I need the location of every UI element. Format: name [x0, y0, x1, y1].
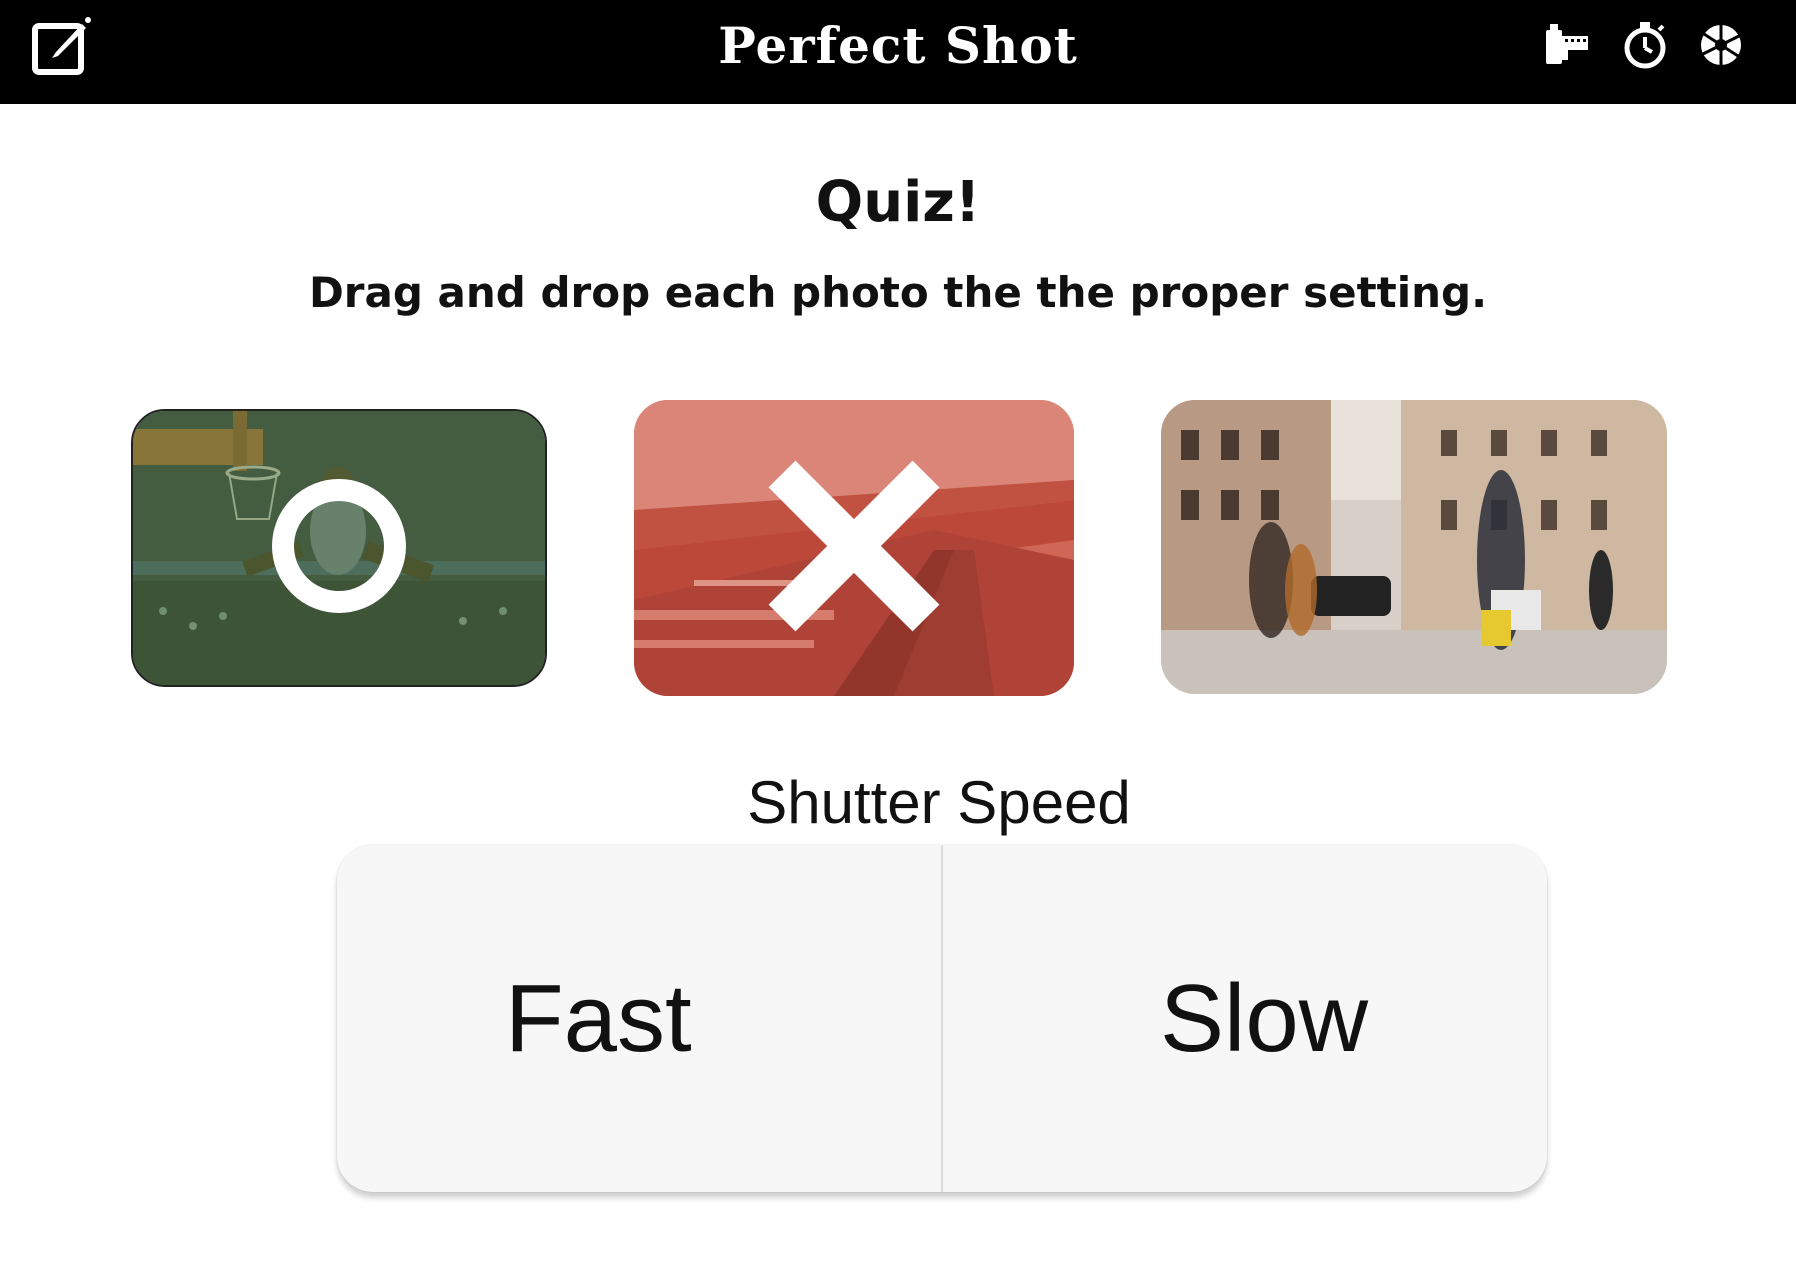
drop-zone-slow[interactable]: Slow: [942, 845, 1546, 1192]
photo-motion-railway[interactable]: [634, 400, 1074, 696]
setting-label: Shutter Speed: [747, 769, 1131, 836]
quiz-title: Quiz!: [815, 170, 981, 235]
circle-mark-icon: [269, 476, 409, 620]
stopwatch-icon[interactable]: [1618, 18, 1672, 72]
drop-zone-fast[interactable]: Fast: [337, 845, 941, 1192]
drop-zone-fast-label: Fast: [505, 964, 692, 1072]
top-bar: Perfect Shot: [0, 0, 1796, 104]
quiz-instructions: Drag and drop each photo the the proper …: [308, 268, 1488, 317]
photo-basketball-dunk[interactable]: [131, 409, 547, 687]
photo-city-street[interactable]: [1161, 400, 1667, 694]
film-roll-icon[interactable]: [1540, 18, 1594, 72]
shutter-speed-drop-panel: Fast Slow: [337, 845, 1547, 1192]
app-title: Perfect Shot: [718, 16, 1078, 75]
aperture-icon[interactable]: [1694, 18, 1748, 72]
drop-zone-slow-label: Slow: [1160, 964, 1369, 1072]
city-street-photo-image: [1161, 400, 1667, 694]
x-mark-icon: [764, 456, 944, 640]
